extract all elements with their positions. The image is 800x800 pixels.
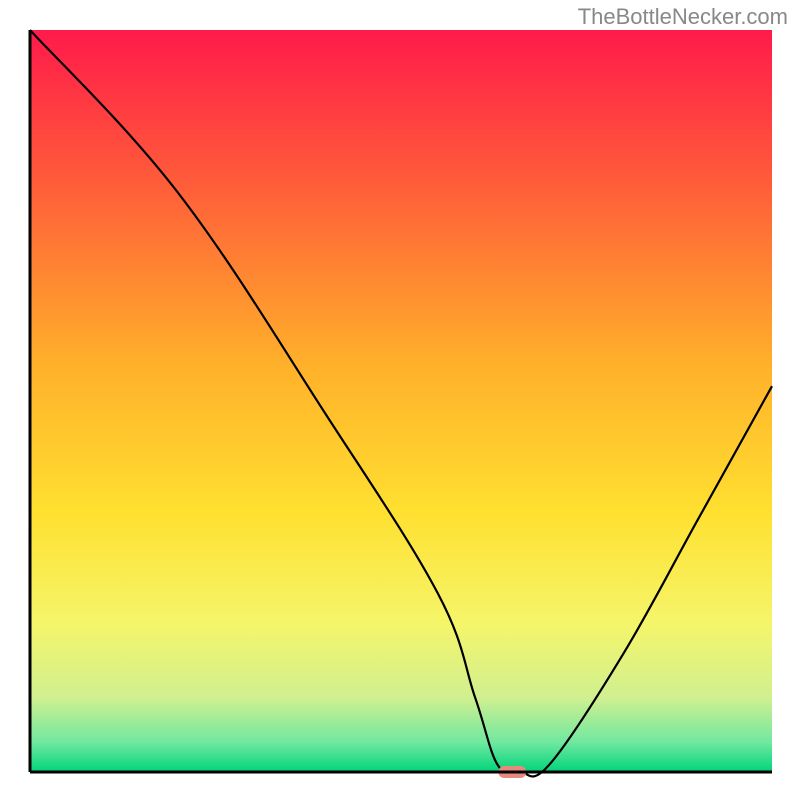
bottleneck-chart — [0, 0, 800, 800]
chart-container: TheBottleNecker.com — [0, 0, 800, 800]
plot-background — [30, 30, 772, 772]
watermark-text: TheBottleNecker.com — [578, 4, 788, 30]
